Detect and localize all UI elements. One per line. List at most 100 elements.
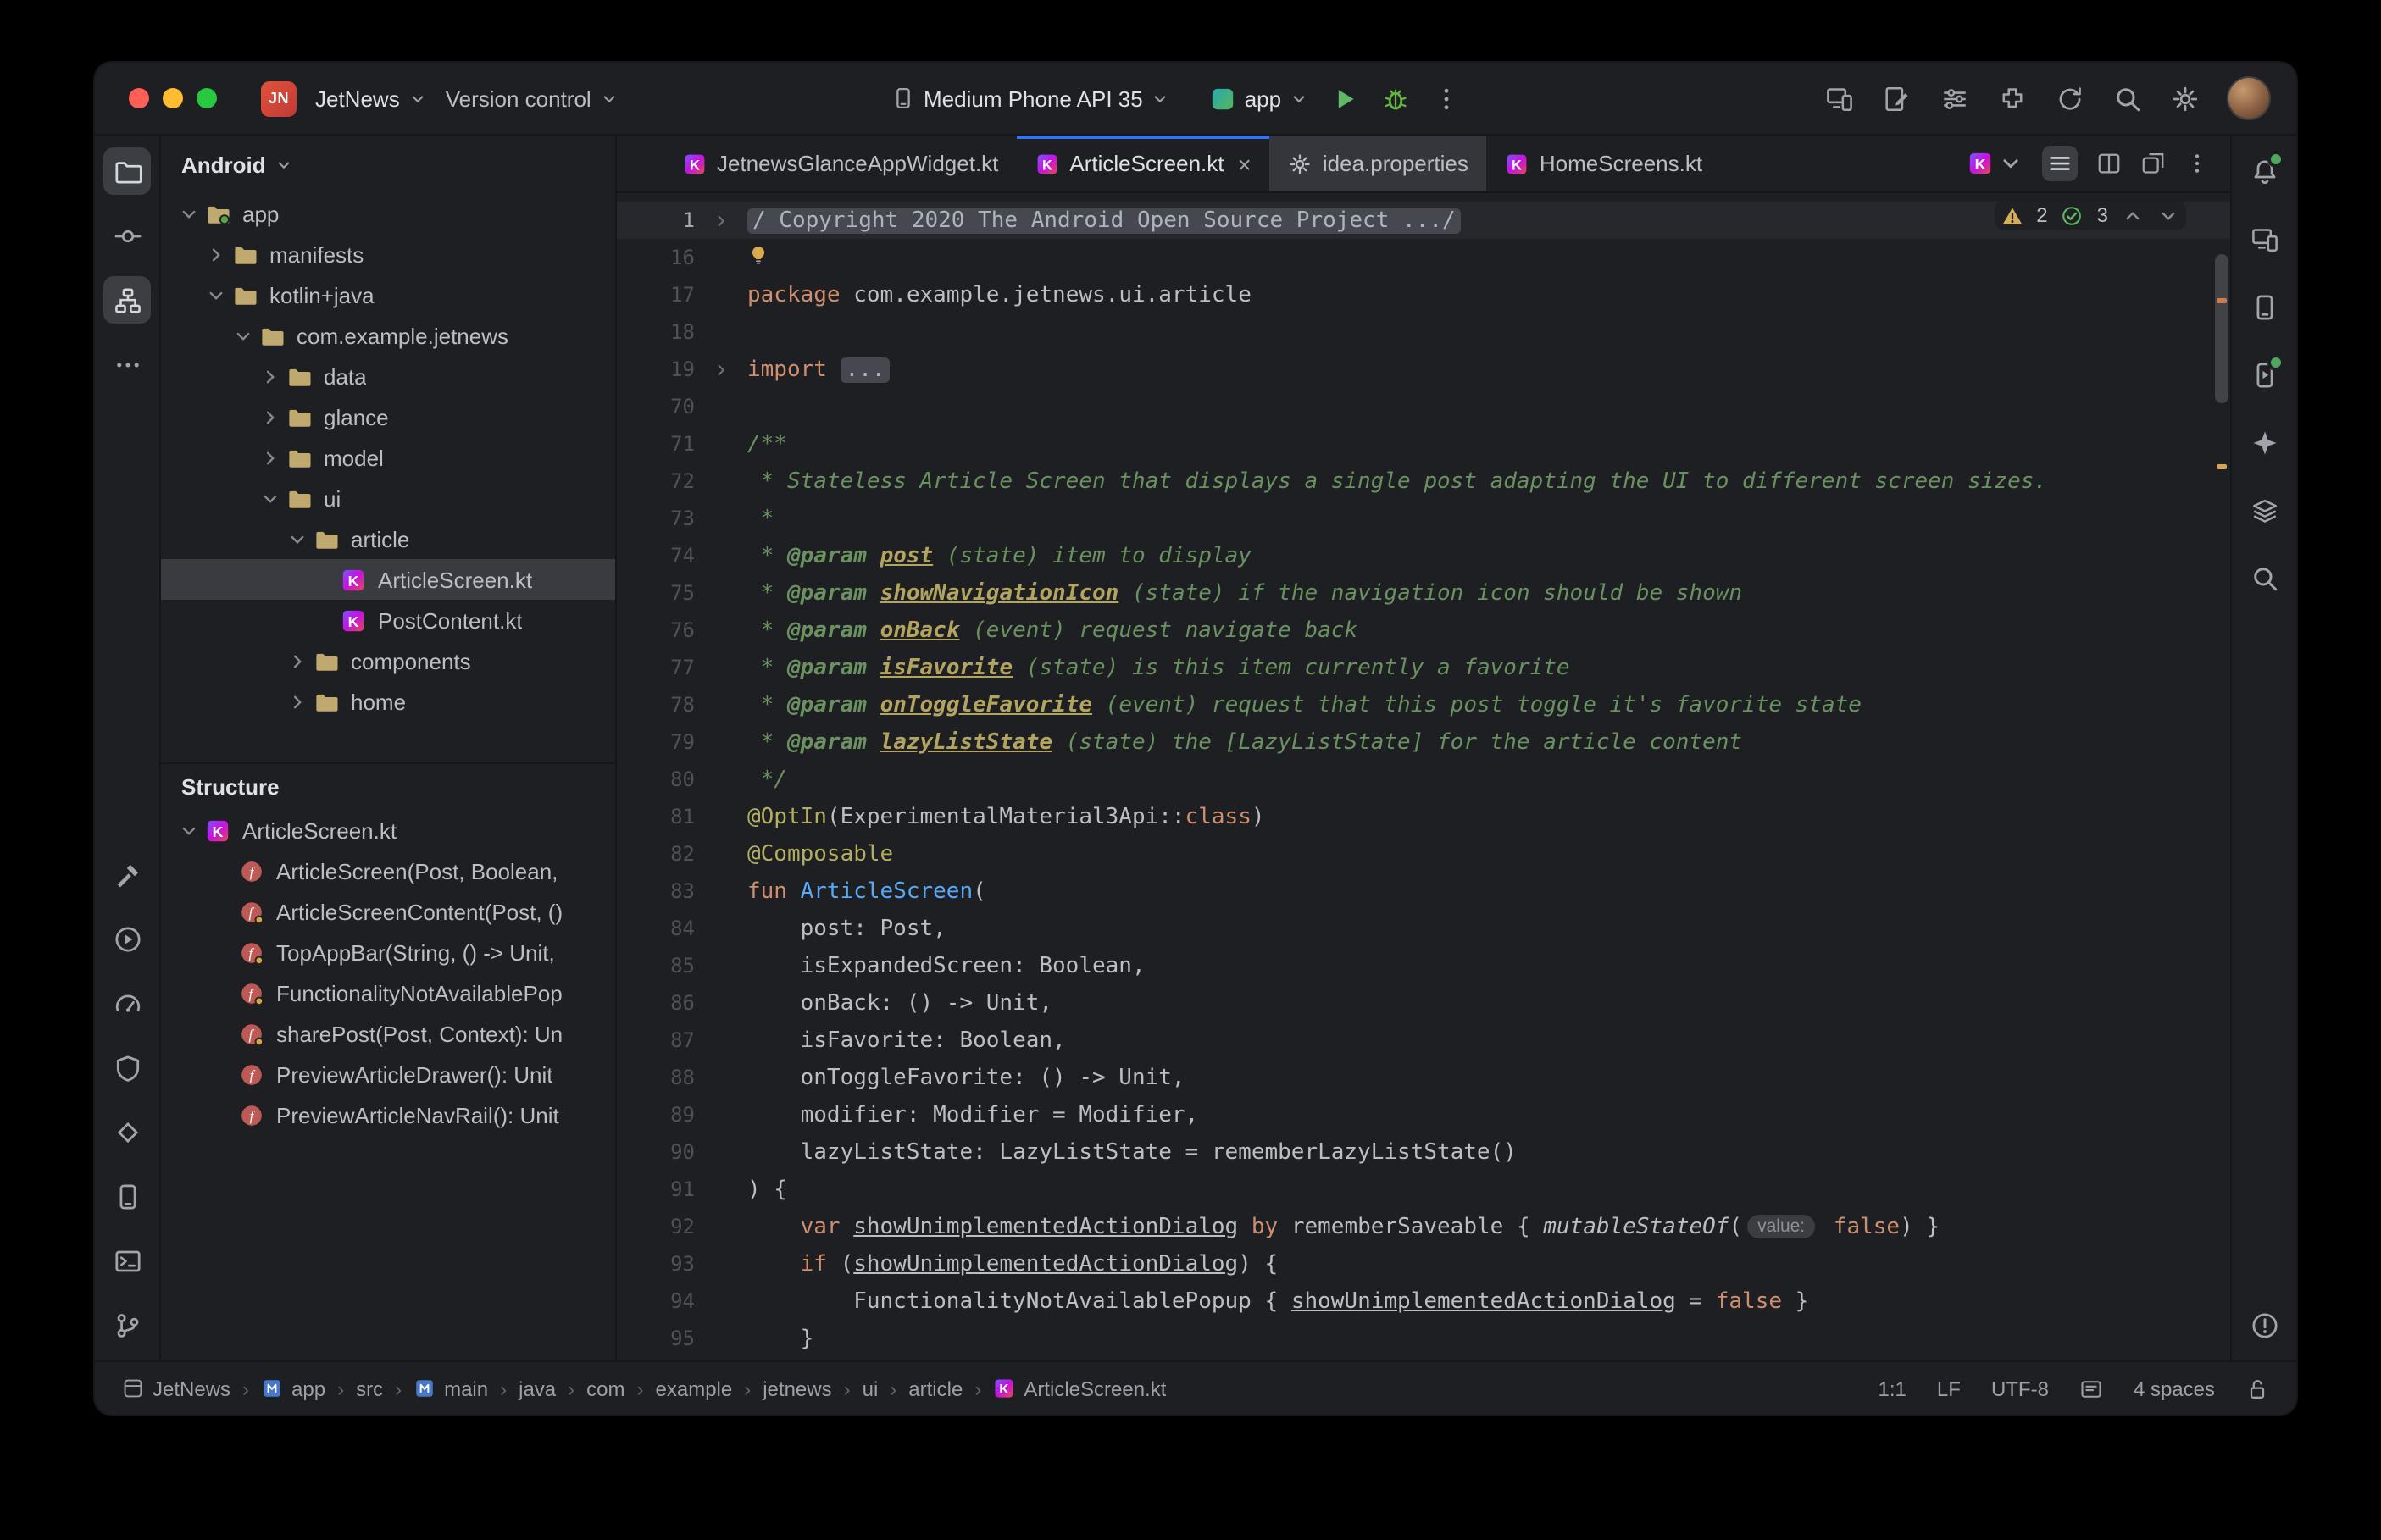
code-line-77[interactable]: 77 * @param isFavorite (state) is this i… (617, 649, 2230, 686)
toolwindow-device-streaming-button[interactable] (2240, 351, 2288, 398)
toolwindow-commit-button[interactable] (103, 212, 151, 259)
code-line-81[interactable]: 81@OptIn(ExperimentalMaterial3Api::class… (617, 798, 2230, 835)
zoom-window-button[interactable] (197, 88, 217, 108)
toolwindow-app-inspection-button[interactable] (103, 1108, 151, 1155)
chevron-right-icon[interactable] (283, 650, 312, 672)
structure-tree-item[interactable]: fPreviewArticleNavRail(): Unit (161, 1094, 615, 1135)
code-line-18[interactable]: 18 (617, 313, 2230, 351)
toolwindow-logcat-button[interactable] (103, 1172, 151, 1220)
code-line-75[interactable]: 75 * @param showNavigationIcon (state) i… (617, 574, 2230, 612)
toolwindow-run-button[interactable] (103, 915, 151, 962)
code-line-19[interactable]: 19import ... (617, 351, 2230, 388)
close-icon[interactable]: × (1238, 152, 1252, 175)
project-menu[interactable]: JetNews (315, 86, 427, 111)
chevron-down-icon[interactable] (283, 528, 312, 550)
toolwindow-project-button[interactable] (103, 147, 151, 195)
editor-tab-idea.properties[interactable]: idea.properties (1270, 136, 1487, 191)
toolwindow-profiler-button[interactable] (103, 979, 151, 1027)
code-line-95[interactable]: 95 } (617, 1320, 2230, 1357)
device-mirroring-icon[interactable] (1825, 84, 1854, 113)
minimize-window-button[interactable] (163, 88, 183, 108)
settings-icon[interactable] (2171, 84, 2200, 113)
toolwindow-build-button[interactable] (103, 850, 151, 898)
code-line-94[interactable]: 94 FunctionalityNotAvailablePopup { show… (617, 1282, 2230, 1320)
chevron-right-icon[interactable] (256, 406, 285, 428)
code-line-83[interactable]: 83fun ArticleScreen( (617, 872, 2230, 910)
toolwindow-terminal-button[interactable] (103, 1237, 151, 1284)
chevron-right-icon[interactable] (256, 365, 285, 387)
scrollbar-thumb[interactable] (2215, 254, 2228, 403)
code-line-80[interactable]: 80 */ (617, 761, 2230, 798)
editor-options-icon[interactable] (2184, 151, 2210, 176)
project-tree-item[interactable]: data (161, 356, 615, 396)
structure-tree-item[interactable]: fTopAppBar(String, () -> Unit, (161, 932, 615, 972)
ai-assist-icon[interactable] (1883, 84, 1912, 113)
code-editor[interactable]: 1/ Copyright 2020 The Android Open Sourc… (617, 193, 2230, 1360)
split-editor-icon[interactable] (2096, 151, 2122, 176)
code-line-85[interactable]: 85 isExpandedScreen: Boolean, (617, 947, 2230, 984)
view-options-icon[interactable] (1940, 84, 1969, 113)
chevron-down-icon[interactable] (175, 202, 203, 224)
code-line-93[interactable]: 93 if (showUnimplementedActionDialog) { (617, 1245, 2230, 1282)
next-problem-icon[interactable] (2157, 204, 2179, 226)
toolwindow-gemini-button[interactable] (2240, 418, 2288, 466)
breadcrumb-example[interactable]: example (656, 1377, 733, 1400)
structure-tree-item[interactable]: fFunctionalityNotAvailablePop (161, 972, 615, 1013)
detach-editor-icon[interactable] (2140, 151, 2166, 176)
project-view-selector[interactable]: Android (161, 136, 615, 193)
editor-config-icon[interactable] (2079, 1377, 2103, 1400)
project-tree-item[interactable]: glance (161, 396, 615, 437)
structure-tree-item[interactable]: KArticleScreen.kt (161, 810, 615, 850)
close-window-button[interactable] (129, 88, 149, 108)
editor-tab-HomeScreens.kt[interactable]: KHomeScreens.kt (1487, 136, 1721, 191)
debug-button[interactable] (1381, 84, 1410, 113)
code-line-74[interactable]: 74 * @param post (state) item to display (617, 537, 2230, 574)
editor-scrollbar[interactable] (2213, 193, 2230, 1360)
code-line-16[interactable]: 16 (617, 239, 2230, 276)
code-line-88[interactable]: 88 onToggleFavorite: () -> Unit, (617, 1059, 2230, 1096)
breadcrumb-JetNews[interactable]: JetNews (122, 1377, 230, 1400)
previous-problem-icon[interactable] (2122, 204, 2144, 226)
fold-marker-icon[interactable] (695, 211, 747, 230)
project-tree-item[interactable]: kotlin+java (161, 274, 615, 315)
code-line-73[interactable]: 73 * (617, 500, 2230, 537)
more-run-actions-kebab[interactable] (1432, 84, 1461, 113)
run-button[interactable] (1330, 84, 1359, 113)
editor-tab-JetnewsGlanceAppWidget.kt[interactable]: KJetnewsGlanceAppWidget.kt (664, 136, 1017, 191)
hidden-tabs-dropdown-icon[interactable] (1998, 151, 2023, 176)
inspections-widget[interactable]: 2 3 (1994, 200, 2186, 230)
code-line-70[interactable]: 70 (617, 388, 2230, 425)
chevron-down-icon[interactable] (202, 284, 230, 306)
breadcrumb-app[interactable]: app (261, 1377, 325, 1400)
toolwindow-notifications-button[interactable] (2240, 147, 2288, 195)
fold-marker-icon[interactable] (695, 360, 747, 379)
toolwindow-app-quality-insights-button[interactable] (103, 1044, 151, 1091)
chevron-down-icon[interactable] (175, 819, 203, 841)
search-everywhere-icon[interactable] (2113, 84, 2142, 113)
code-line-82[interactable]: 82@Composable (617, 835, 2230, 872)
avatar[interactable] (2228, 78, 2269, 119)
breadcrumb-com[interactable]: com (586, 1377, 624, 1400)
code-line-17[interactable]: 17package com.example.jetnews.ui.article (617, 276, 2230, 313)
toolwindow-resource-manager-button[interactable] (2240, 486, 2288, 534)
code-line-76[interactable]: 76 * @param onBack (event) request navig… (617, 612, 2230, 649)
editor-tabs-list-icon[interactable] (2042, 146, 2078, 181)
code-line-91[interactable]: 91) { (617, 1171, 2230, 1208)
code-line-72[interactable]: 72 * Stateless Article Screen that displ… (617, 463, 2230, 500)
breadcrumb-article[interactable]: article (908, 1377, 963, 1400)
project-tree-item[interactable]: article (161, 518, 615, 559)
project-tree-item[interactable]: KArticleScreen.kt (161, 559, 615, 600)
project-tree-item[interactable]: KPostContent.kt (161, 600, 615, 640)
vcs-menu[interactable]: Version control (446, 86, 619, 111)
line-separator[interactable]: LF (1937, 1377, 1961, 1400)
toolwindow-more-tool-windows-button[interactable] (103, 341, 151, 388)
code-line-79[interactable]: 79 * @param lazyListState (state) the [L… (617, 723, 2230, 761)
breadcrumb-jetnews[interactable]: jetnews (763, 1377, 831, 1400)
structure-tree-item[interactable]: fArticleScreen(Post, Boolean, (161, 850, 615, 891)
toolwindow-version-control-button[interactable] (103, 1301, 151, 1349)
code-line-78[interactable]: 78 * @param onToggleFavorite (event) req… (617, 686, 2230, 723)
code-line-71[interactable]: 71/** (617, 425, 2230, 463)
gradle-sync-icon[interactable] (2056, 84, 2084, 113)
structure-tree-item[interactable]: fPreviewArticleDrawer(): Unit (161, 1054, 615, 1094)
caret-position[interactable]: 1:1 (1879, 1377, 1906, 1400)
